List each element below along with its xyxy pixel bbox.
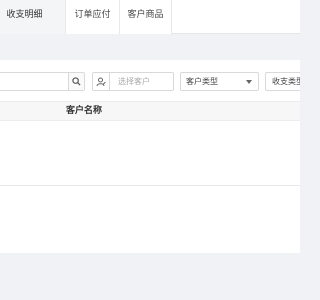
tab-customer-products[interactable]: 客户商品 (120, 0, 172, 34)
search-icon (72, 77, 81, 86)
customer-placeholder: 选择客户 (118, 77, 150, 86)
table-header: 客户名称 (0, 101, 300, 121)
income-expense-type-select[interactable]: 收支类型 (265, 72, 300, 91)
divider (0, 185, 300, 186)
customer-type-value: 客户类型 (186, 77, 218, 86)
customer-icon-box (93, 73, 110, 90)
caret-down-icon (246, 80, 252, 84)
table-body (0, 121, 300, 185)
tab-order-payables[interactable]: 订单应付 (66, 0, 120, 34)
page: 收支明细 订单应付 客户商品 选择客户 客户类型 收支类 客户名称 (0, 0, 300, 300)
income-expense-type-value: 收支类型 (272, 77, 300, 86)
customer-select[interactable]: 选择客户 (92, 72, 174, 91)
customer-type-select[interactable]: 客户类型 (180, 72, 259, 91)
user-icon (96, 77, 106, 86)
column-header-customer-name[interactable]: 客户名称 (66, 102, 102, 120)
tab-income-expense-details[interactable]: 收支明细 (0, 0, 66, 34)
main-panel: 选择客户 客户类型 收支类型 客户名称 (0, 60, 300, 253)
search-input[interactable] (0, 72, 85, 91)
search-button[interactable] (68, 73, 84, 90)
tab-bar: 收支明细 订单应付 客户商品 (0, 0, 300, 34)
